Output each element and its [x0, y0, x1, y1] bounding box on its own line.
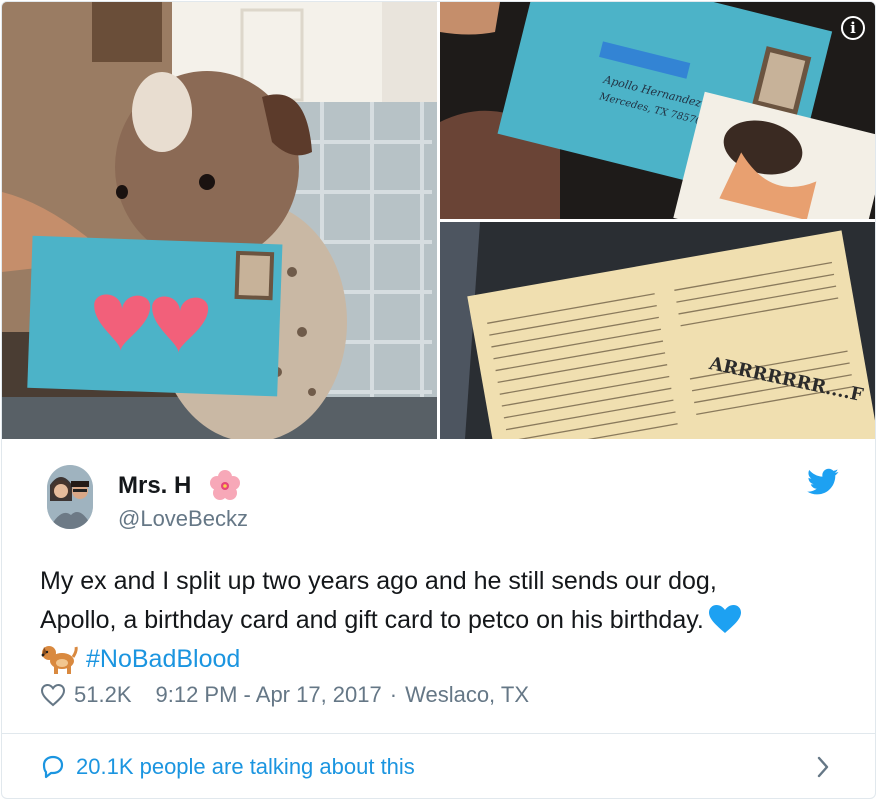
- photo-dog-with-envelope[interactable]: [2, 2, 437, 439]
- photo-letter-illustration: ARRRRRRR....F: [440, 222, 875, 439]
- tweet-text-line1: My ex and I split up two years ago and h…: [40, 567, 717, 595]
- tweet-text: My ex and I split up two years ago and h…: [40, 562, 840, 679]
- media-grid: Apollo Hernandez Mercedes, TX 78570 i AR…: [2, 2, 875, 439]
- timestamp[interactable]: 9:12 PM - Apr 17, 2017: [156, 682, 382, 708]
- conversation-link[interactable]: 20.1K people are talking about this: [40, 750, 415, 784]
- blue-heart-emoji-icon: [708, 605, 741, 633]
- photo-dog-illustration: [2, 2, 437, 439]
- avatar-image: [47, 465, 93, 529]
- reply-bubble-icon: [42, 755, 64, 779]
- user-handle[interactable]: @LoveBeckz: [118, 506, 248, 532]
- like-heart-icon[interactable]: [40, 683, 66, 707]
- dog-emoji-icon: [41, 646, 78, 674]
- photo-handwritten-letter[interactable]: ARRRRRRR....F: [440, 222, 875, 439]
- display-name[interactable]: Mrs. H: [118, 472, 191, 500]
- meta-separator: ·: [389, 682, 398, 707]
- tweet-card: Apollo Hernandez Mercedes, TX 78570 i AR…: [1, 1, 876, 799]
- location[interactable]: Weslaco, TX: [405, 682, 529, 708]
- conversation-label: 20.1K people are talking about this: [76, 754, 415, 779]
- photo-envelope-and-card[interactable]: Apollo Hernandez Mercedes, TX 78570 i: [440, 2, 875, 219]
- hashtag-link[interactable]: #NoBadBlood: [86, 645, 240, 673]
- tweet-text-line2: Apollo, a birthday card and gift card to…: [40, 606, 704, 634]
- photo-envelope-illustration: Apollo Hernandez Mercedes, TX 78570: [440, 2, 875, 219]
- divider: [2, 733, 875, 734]
- flower-emoji-icon: [210, 470, 240, 500]
- twitter-bird-icon[interactable]: [807, 468, 839, 496]
- avatar[interactable]: [47, 465, 93, 529]
- tweet-meta: 51.2K 9:12 PM - Apr 17, 2017 · Weslaco, …: [40, 680, 529, 710]
- info-icon[interactable]: i: [841, 16, 865, 40]
- like-count[interactable]: 51.2K: [74, 682, 132, 708]
- chevron-right-icon[interactable]: [815, 754, 831, 780]
